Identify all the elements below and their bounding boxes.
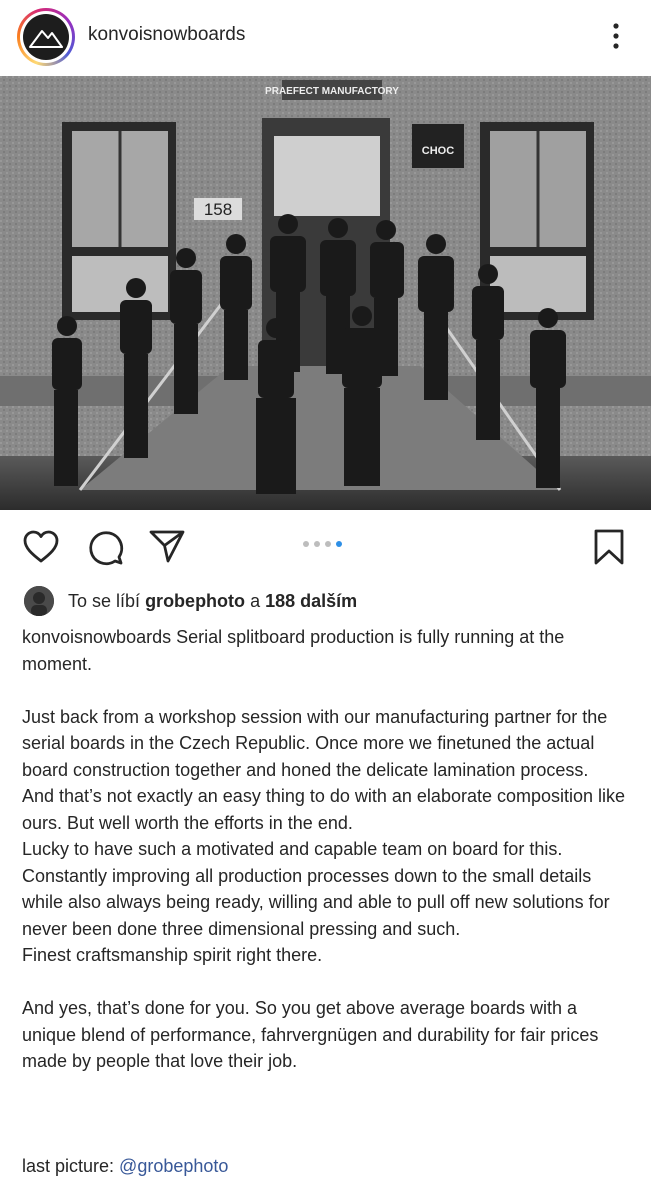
liker-avatar	[24, 586, 54, 616]
likes-prefix: To se líbí	[68, 590, 141, 611]
manufactory-sign: PRAEFECT MANUFACTORY	[265, 86, 399, 97]
post-header: konvoisnowboards	[0, 0, 651, 76]
caption-line: Just back from a workshop session with o…	[22, 706, 608, 780]
caption-paragraph: And yes, that’s done for you. So you get…	[22, 998, 599, 1071]
comment-icon[interactable]	[86, 528, 124, 566]
caption-line: Constantly improving all production proc…	[22, 865, 610, 939]
carousel-dot	[314, 541, 320, 547]
post-username[interactable]: konvoisnowboards	[88, 24, 245, 46]
story-ring[interactable]	[17, 8, 75, 66]
likes-connector: a	[250, 590, 261, 611]
caption-line: And that’s not exactly an easy thing to …	[22, 786, 626, 833]
carousel-dot	[303, 541, 309, 547]
mountain-logo-icon	[23, 14, 69, 60]
more-vertical-icon[interactable]	[604, 22, 628, 50]
likes-count[interactable]: 188 dalším	[265, 591, 357, 611]
photo-credit: last picture: @grobephoto	[22, 1156, 228, 1177]
choc-sign: CHOC	[422, 145, 454, 157]
credit-mention-link[interactable]: @grobephoto	[119, 1156, 228, 1176]
caption-line: Lucky to have such a motivated and capab…	[22, 839, 563, 859]
house-number: 158	[204, 200, 232, 219]
post-action-bar	[0, 510, 651, 582]
bookmark-icon[interactable]	[592, 528, 626, 566]
post-caption: konvoisnowboards Serial splitboard produ…	[22, 624, 634, 1075]
send-icon[interactable]	[148, 528, 186, 564]
post-photo[interactable]: PRAEFECT MANUFACTORY CHOC 158	[0, 76, 651, 510]
likes-text: To se líbí grobephoto a 188 dalším	[68, 591, 357, 612]
carousel-indicator	[303, 541, 342, 547]
caption-author[interactable]: konvoisnowboards	[22, 627, 171, 647]
carousel-dot-active	[336, 541, 342, 547]
carousel-dot	[325, 541, 331, 547]
heart-icon[interactable]	[22, 530, 60, 564]
liker-username[interactable]: grobephoto	[145, 591, 245, 611]
caption-line: Finest craftsmanship spirit right there.	[22, 945, 323, 965]
credit-prefix: last picture:	[22, 1156, 120, 1176]
likes-row[interactable]: To se líbí grobephoto a 188 dalším	[24, 586, 357, 616]
